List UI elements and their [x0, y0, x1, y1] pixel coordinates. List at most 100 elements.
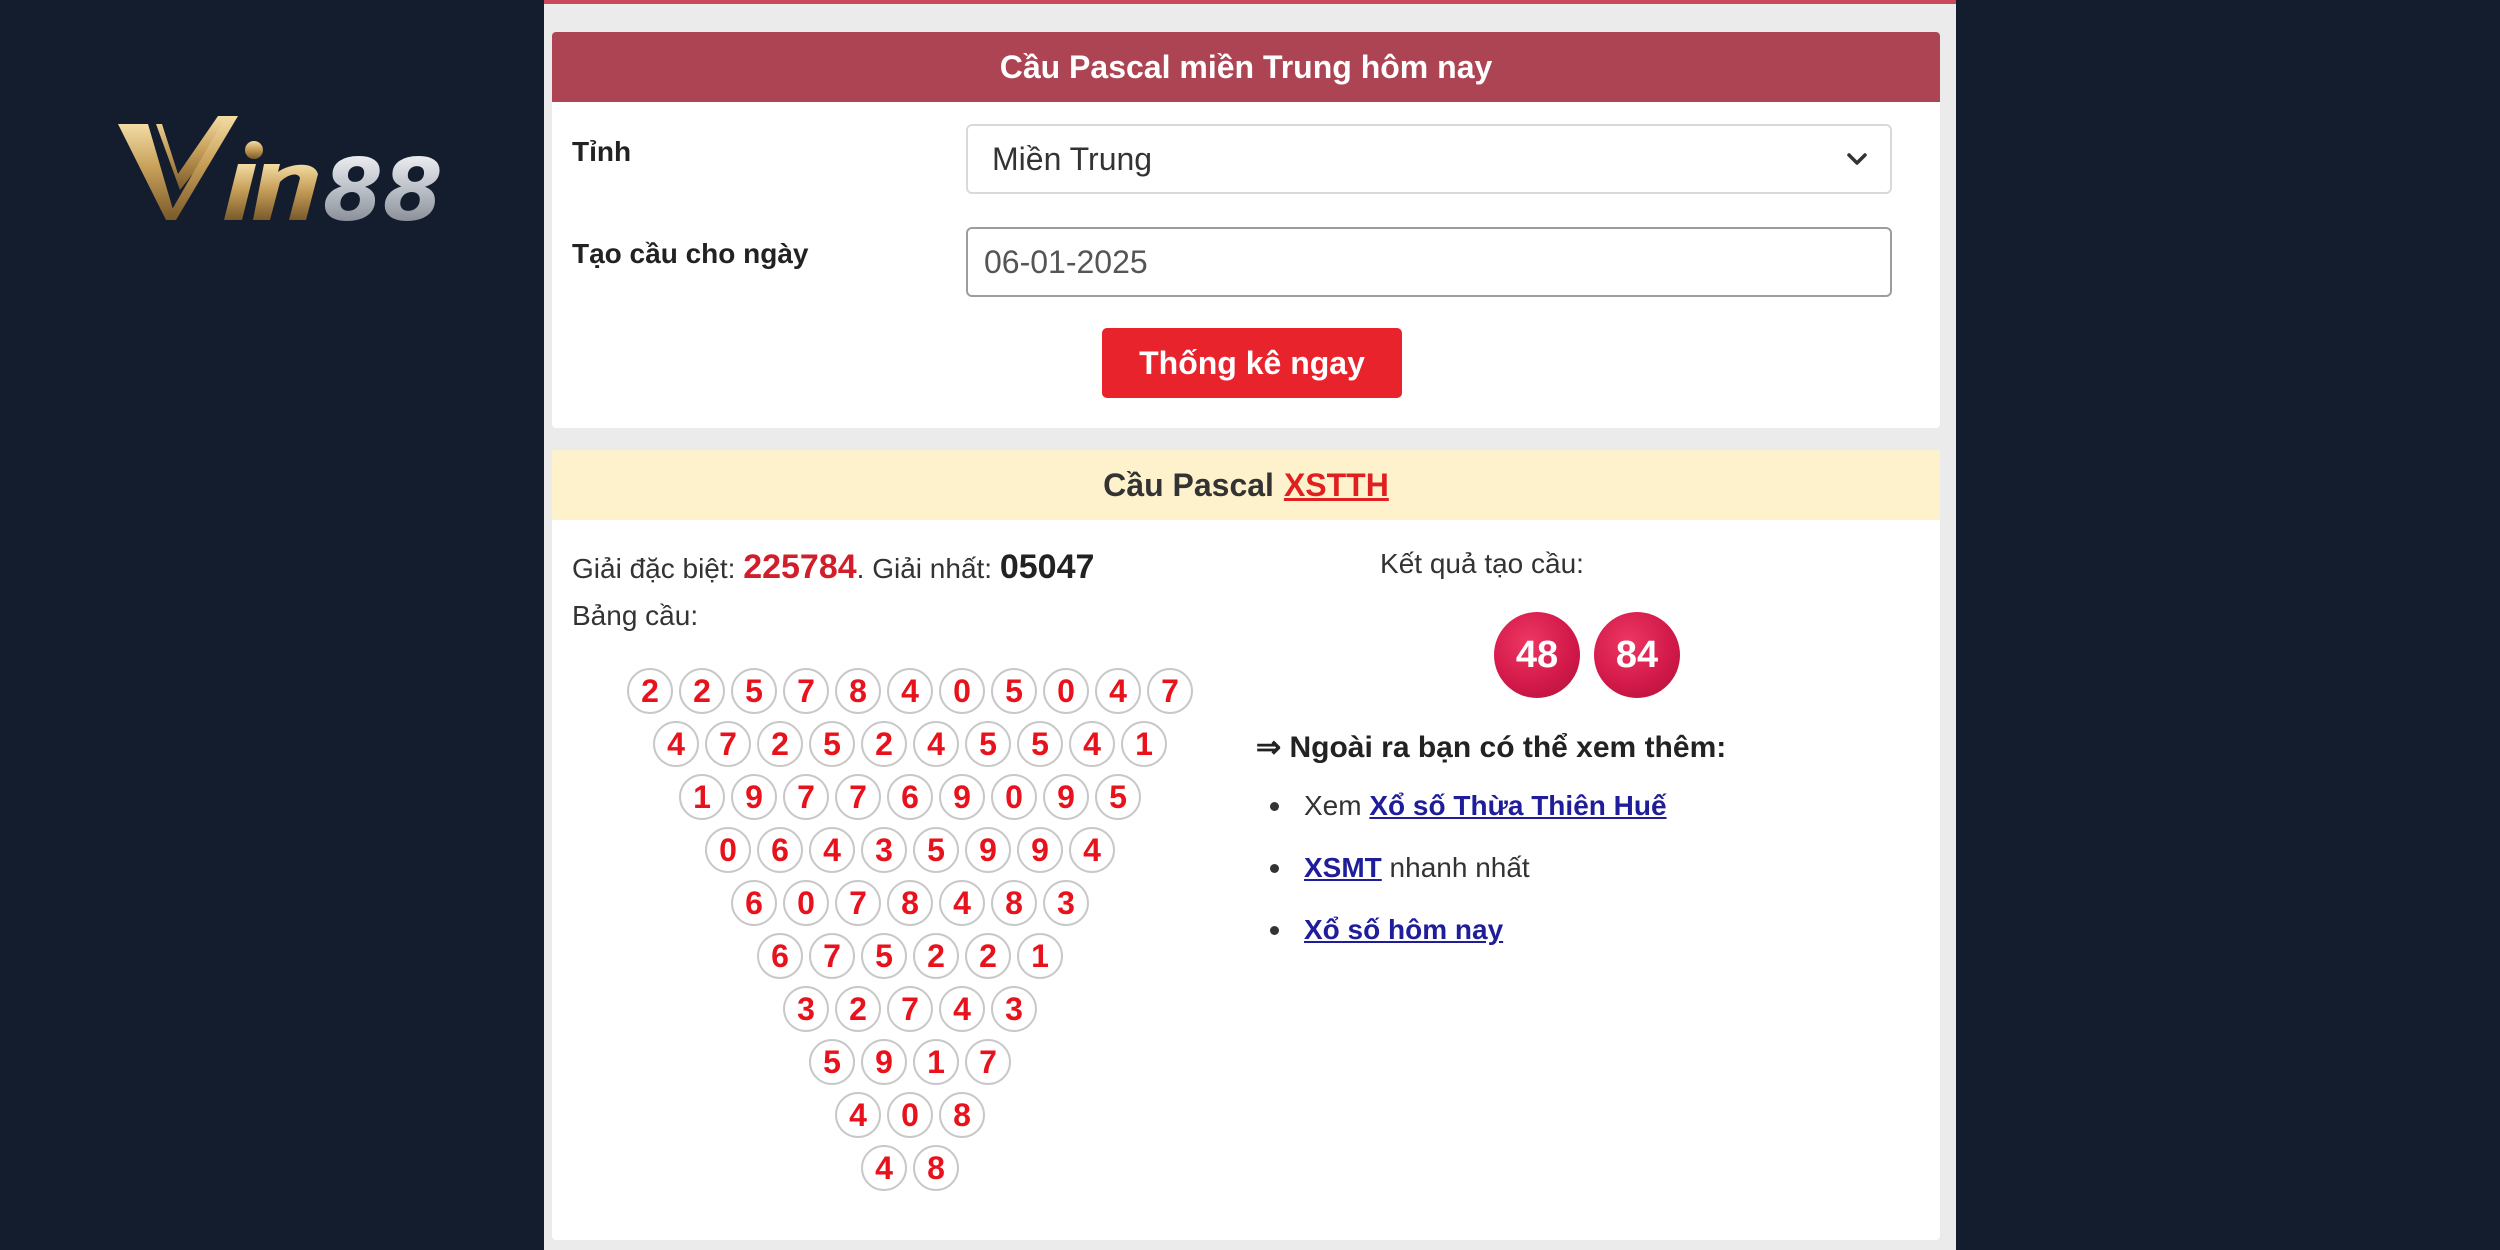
pyramid-ball: 9	[965, 827, 1011, 873]
main-panel: Cầu Pascal miền Trung hôm nay Tỉnh Miền …	[544, 0, 1956, 1250]
pyramid-ball: 6	[731, 880, 777, 926]
link-xo-so-thua-thien-hue[interactable]: Xổ số Thừa Thiên Huế	[1369, 790, 1666, 821]
special-prize-label: Giải đặc biệt:	[572, 553, 736, 584]
bullet-icon	[1270, 926, 1279, 935]
result-label: Kết quả tạo cầu:	[1380, 548, 1584, 579]
pyramid-ball: 7	[835, 774, 881, 820]
province-select-value: Miền Trung	[992, 140, 1153, 177]
link-suffix: nhanh nhất	[1381, 852, 1530, 883]
pyramid-ball: 4	[861, 1145, 907, 1191]
pyramid-ball: 8	[835, 668, 881, 714]
list-item: XSMT nhanh nhất	[1270, 852, 1667, 914]
pyramid-ball: 9	[731, 774, 777, 820]
pyramid-ball: 4	[1069, 721, 1115, 767]
pyramid-ball: 1	[1017, 933, 1063, 979]
pyramid-ball: 9	[939, 774, 985, 820]
pyramid-ball: 3	[991, 986, 1037, 1032]
result-card: Cầu Pascal XSTTH Giải đặc biệt: 225784. …	[552, 450, 1940, 1240]
pyramid-ball: 7	[783, 774, 829, 820]
result-ball: 84	[1594, 612, 1680, 698]
form-card: Cầu Pascal miền Trung hôm nay Tỉnh Miền …	[552, 32, 1940, 428]
pyramid-ball: 6	[887, 774, 933, 820]
more-links-list: Xem Xổ số Thừa Thiên Huế XSMT nhanh nhất…	[1270, 790, 1667, 976]
pyramid-ball: 4	[939, 880, 985, 926]
pyramid-ball: 7	[887, 986, 933, 1032]
pyramid-ball: 6	[757, 933, 803, 979]
pyramid-ball: 3	[861, 827, 907, 873]
link-xsmt[interactable]: XSMT	[1304, 852, 1382, 883]
pyramid-ball: 9	[1043, 774, 1089, 820]
pyramid-ball: 4	[1069, 827, 1115, 873]
pyramid-ball: 7	[1147, 668, 1193, 714]
pyramid-ball: 1	[679, 774, 725, 820]
pyramid-ball: 7	[705, 721, 751, 767]
pyramid-ball: 5	[809, 721, 855, 767]
pyramid-ball: 3	[1043, 880, 1089, 926]
pyramid-ball: 3	[783, 986, 829, 1032]
date-label: Tạo cầu cho ngày	[572, 238, 809, 269]
pyramid-ball: 2	[627, 668, 673, 714]
pyramid-ball: 7	[835, 880, 881, 926]
xstth-link[interactable]: XSTTH	[1284, 467, 1389, 504]
list-item: Xổ số hôm nay	[1270, 914, 1667, 976]
link-prefix: Xem	[1304, 790, 1370, 821]
first-prize-label: . Giải nhất:	[856, 553, 993, 584]
pyramid-ball: 0	[705, 827, 751, 873]
pyramid-ball: 4	[809, 827, 855, 873]
pyramid-ball: 1	[1121, 721, 1167, 767]
pyramid-ball: 8	[991, 880, 1037, 926]
pyramid-ball: 8	[887, 880, 933, 926]
pyramid-ball: 2	[861, 721, 907, 767]
date-input[interactable]	[966, 227, 1892, 297]
form-card-title: Cầu Pascal miền Trung hôm nay	[552, 32, 1940, 102]
pyramid-ball: 9	[1017, 827, 1063, 873]
svg-text:88: 88	[323, 141, 443, 232]
province-select[interactable]: Miền Trung	[966, 124, 1892, 194]
chevron-down-icon	[1847, 153, 1867, 165]
pyramid-ball: 0	[1043, 668, 1089, 714]
pyramid-ball: 2	[835, 986, 881, 1032]
prize-line: Giải đặc biệt: 225784. Giải nhất: 05047	[572, 548, 1094, 587]
pyramid-ball: 4	[887, 668, 933, 714]
more-heading: ⇒ Ngoài ra bạn có thể xem thêm:	[1256, 731, 1727, 764]
pyramid-ball: 0	[783, 880, 829, 926]
table-label: Bảng cầu:	[572, 600, 699, 631]
pyramid-ball: 1	[913, 1039, 959, 1085]
pyramid-ball: 5	[731, 668, 777, 714]
pyramid-ball: 5	[913, 827, 959, 873]
pyramid-ball: 6	[757, 827, 803, 873]
special-prize-value: 225784	[743, 548, 857, 586]
result-ball: 48	[1494, 612, 1580, 698]
pyramid-ball: 4	[653, 721, 699, 767]
province-label: Tỉnh	[572, 136, 632, 167]
result-card-title: Cầu Pascal	[1103, 466, 1274, 503]
pyramid-ball: 9	[861, 1039, 907, 1085]
pyramid-ball: 8	[939, 1092, 985, 1138]
pyramid-ball: 0	[887, 1092, 933, 1138]
pyramid-ball: 8	[913, 1145, 959, 1191]
pyramid-ball: 2	[965, 933, 1011, 979]
submit-statistics-button[interactable]: Thống kê ngay	[1102, 328, 1402, 398]
pyramid-ball: 4	[913, 721, 959, 767]
link-xo-so-hom-nay[interactable]: Xổ số hôm nay	[1304, 914, 1503, 945]
pyramid-ball: 7	[965, 1039, 1011, 1085]
vin88-logo: 88	[118, 116, 443, 232]
bullet-icon	[1270, 864, 1279, 873]
pyramid-ball: 0	[939, 668, 985, 714]
pyramid-ball: 5	[1095, 774, 1141, 820]
pyramid-ball: 5	[861, 933, 907, 979]
pyramid-ball: 4	[835, 1092, 881, 1138]
pyramid-ball: 5	[965, 721, 1011, 767]
pyramid-ball: 5	[1017, 721, 1063, 767]
bullet-icon	[1270, 802, 1279, 811]
pyramid-ball: 5	[991, 668, 1037, 714]
pyramid-ball: 5	[809, 1039, 855, 1085]
result-card-header: Cầu Pascal XSTTH	[552, 450, 1940, 520]
first-prize-value: 05047	[999, 548, 1095, 586]
list-item: Xem Xổ số Thừa Thiên Huế	[1270, 790, 1667, 852]
pyramid-ball: 7	[783, 668, 829, 714]
pyramid-ball: 2	[757, 721, 803, 767]
pyramid-ball: 4	[939, 986, 985, 1032]
top-accent-line	[544, 0, 1956, 4]
pyramid-ball: 0	[991, 774, 1037, 820]
